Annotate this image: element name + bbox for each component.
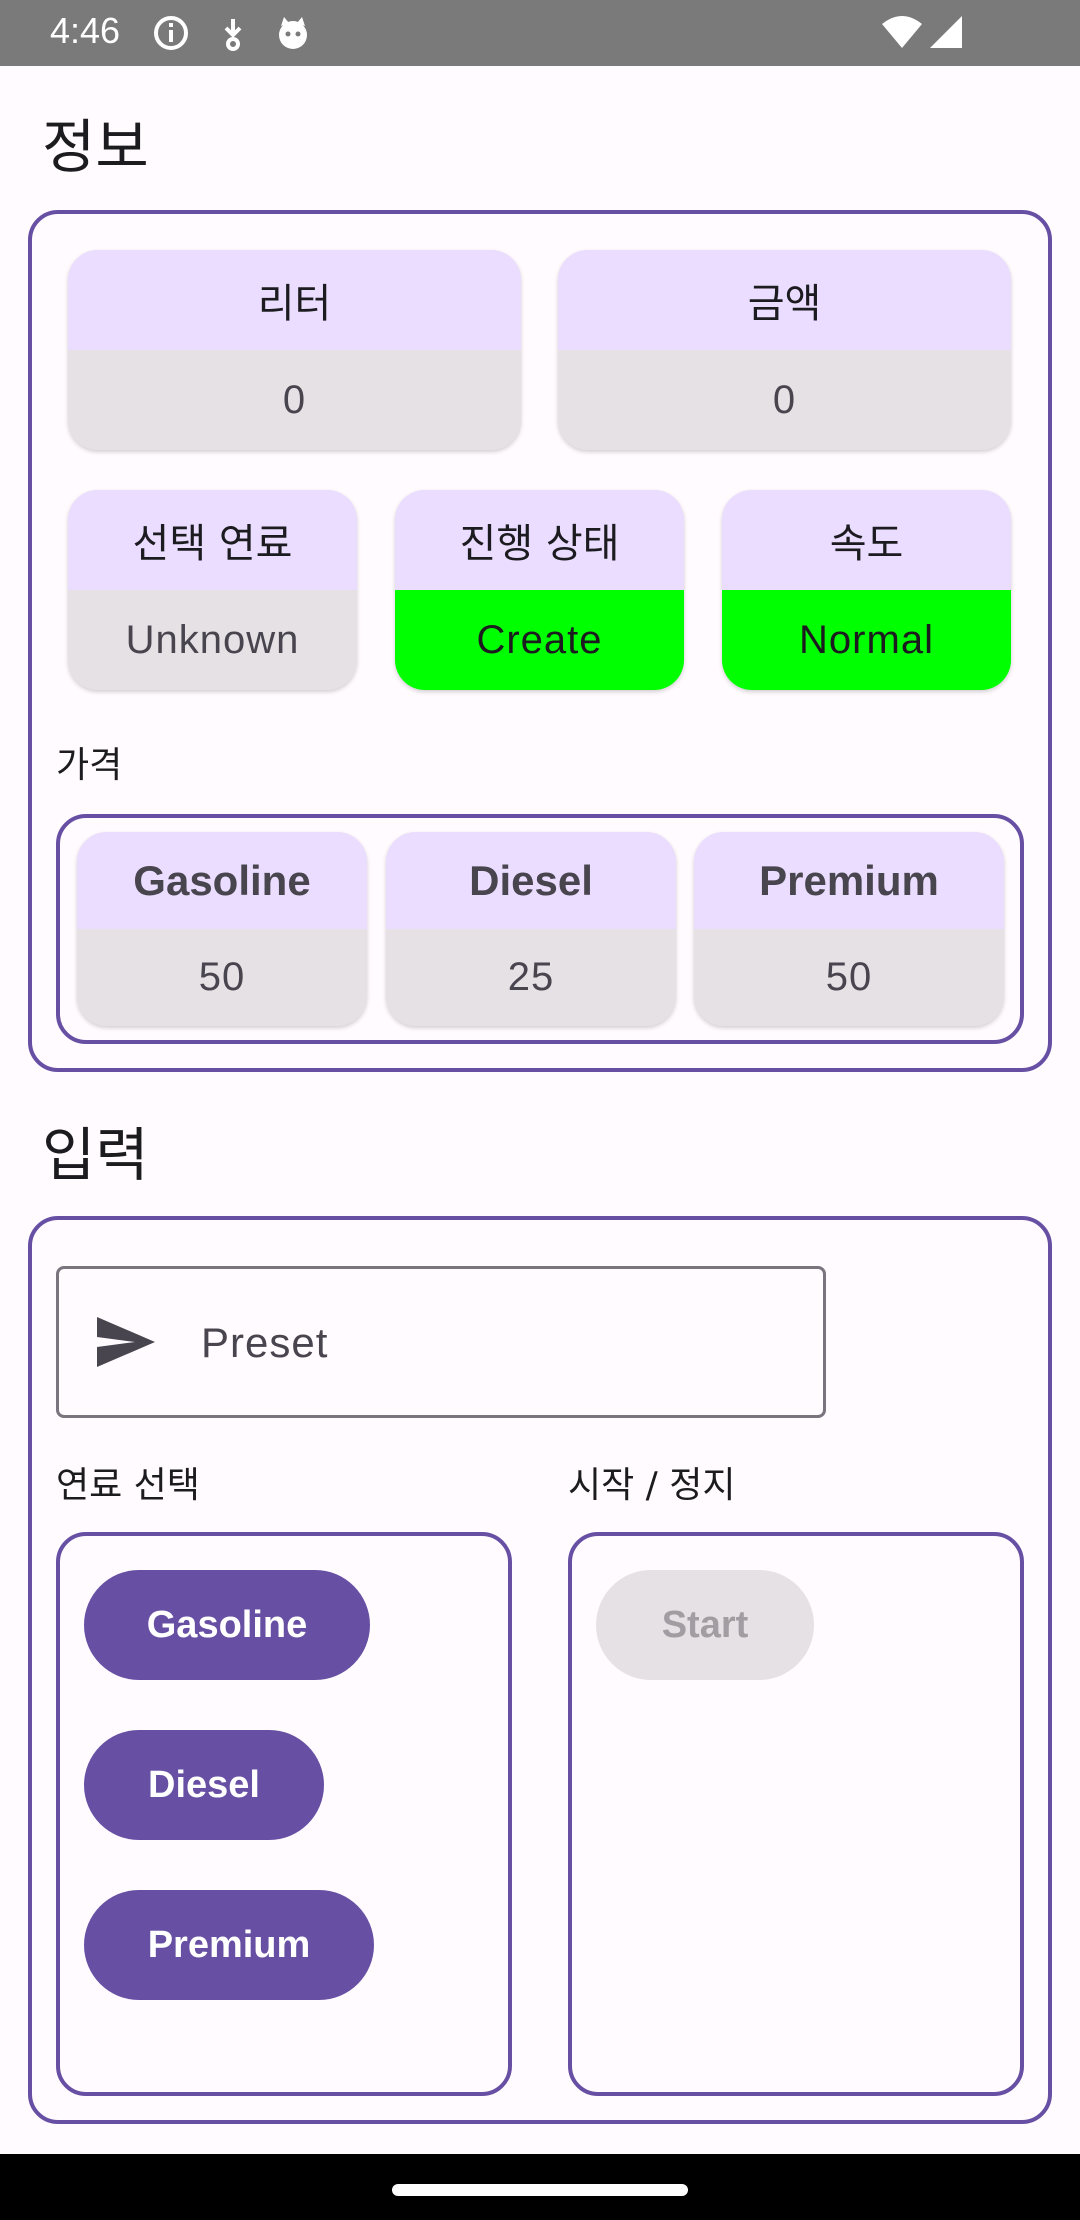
price-premium-label: Premium bbox=[694, 832, 1004, 929]
price-diesel-value: 25 bbox=[386, 929, 676, 1026]
status-bar: 4:46 bbox=[0, 0, 1080, 66]
download-icon bbox=[224, 19, 242, 51]
fuel-value: Unknown bbox=[68, 590, 357, 690]
info-section-title: 정보 bbox=[42, 113, 149, 181]
home-handle[interactable] bbox=[392, 2184, 688, 2196]
price-card-premium: Premium 50 bbox=[694, 832, 1004, 1026]
navigation-bar bbox=[0, 2154, 1080, 2220]
speed-value: Normal bbox=[722, 590, 1011, 690]
start-button[interactable]: Start bbox=[596, 1570, 814, 1680]
preset-input[interactable]: Preset bbox=[56, 1266, 826, 1418]
price-premium-value: 50 bbox=[694, 929, 1004, 1026]
preset-placeholder: Preset bbox=[201, 1319, 329, 1366]
price-diesel-label: Diesel bbox=[386, 832, 676, 929]
amount-value: 0 bbox=[558, 350, 1011, 450]
fuel-select-label: 연료 선택 bbox=[56, 1465, 200, 1506]
diesel-button[interactable]: Diesel bbox=[84, 1730, 324, 1840]
cat-icon bbox=[279, 17, 307, 49]
signal-icon bbox=[930, 16, 962, 48]
liter-label: 리터 bbox=[68, 250, 521, 350]
send-icon bbox=[97, 1317, 155, 1367]
progress-value: Create bbox=[395, 590, 684, 690]
progress-card: 진행 상태 Create bbox=[395, 490, 684, 690]
amount-label: 금액 bbox=[558, 250, 1011, 350]
price-label: 가격 bbox=[56, 745, 123, 786]
status-time: 4:46 bbox=[50, 10, 121, 51]
liter-card: 리터 0 bbox=[68, 250, 521, 450]
wifi-icon bbox=[882, 16, 922, 48]
speed-label: 속도 bbox=[722, 490, 1011, 590]
start-stop-label: 시작 / 정지 bbox=[568, 1465, 736, 1506]
info-icon bbox=[154, 16, 188, 50]
input-section-title: 입력 bbox=[42, 1121, 149, 1189]
progress-label: 진행 상태 bbox=[395, 490, 684, 590]
gasoline-button[interactable]: Gasoline bbox=[84, 1570, 370, 1680]
price-gasoline-label: Gasoline bbox=[77, 832, 367, 929]
speed-card: 속도 Normal bbox=[722, 490, 1011, 690]
premium-button[interactable]: Premium bbox=[84, 1890, 374, 2000]
price-card-diesel: Diesel 25 bbox=[386, 832, 676, 1026]
liter-value: 0 bbox=[68, 350, 521, 450]
price-card-gasoline: Gasoline 50 bbox=[77, 832, 367, 1026]
amount-card: 금액 0 bbox=[558, 250, 1011, 450]
fuel-label: 선택 연료 bbox=[68, 490, 357, 590]
price-gasoline-value: 50 bbox=[77, 929, 367, 1026]
fuel-card: 선택 연료 Unknown bbox=[68, 490, 357, 690]
